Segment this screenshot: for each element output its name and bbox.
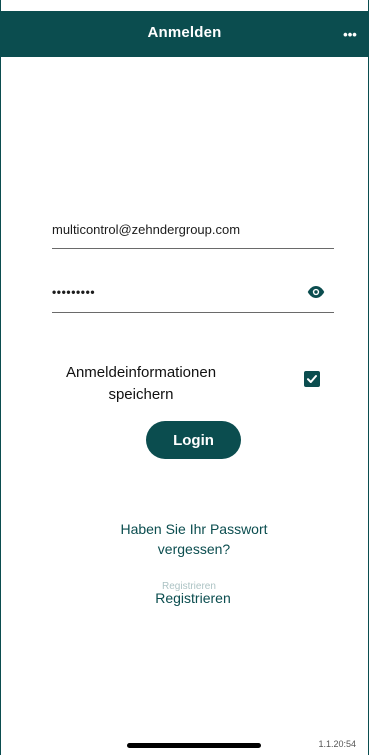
remember-login-checkbox[interactable] (304, 371, 320, 387)
login-button[interactable]: Login (146, 421, 241, 459)
register-link[interactable]: Registrieren (137, 589, 249, 607)
login-screen: Anmelden ••• multicontrol@zehndergroup.c… (0, 0, 369, 755)
remember-login-label: Anmeldeinformationen speichern (65, 364, 217, 403)
app-version: 1.1.20:54 (318, 739, 356, 749)
password-input-value: ••••••••• (52, 285, 96, 299)
email-input-value: multicontrol@zehndergroup.com (52, 222, 241, 237)
page-title: Anmelden (147, 24, 222, 41)
check-icon (307, 375, 317, 383)
more-icon[interactable]: ••• (340, 24, 360, 44)
email-field[interactable]: multicontrol@zehndergroup.com (52, 218, 334, 249)
password-field[interactable]: ••••••••• (52, 278, 334, 313)
forgot-password-link[interactable]: Haben Sie Ihr Passwort vergessen? (91, 519, 297, 559)
home-indicator (127, 743, 261, 748)
top-app-bar: Anmelden ••• (1, 11, 368, 57)
eye-icon[interactable] (307, 285, 325, 299)
